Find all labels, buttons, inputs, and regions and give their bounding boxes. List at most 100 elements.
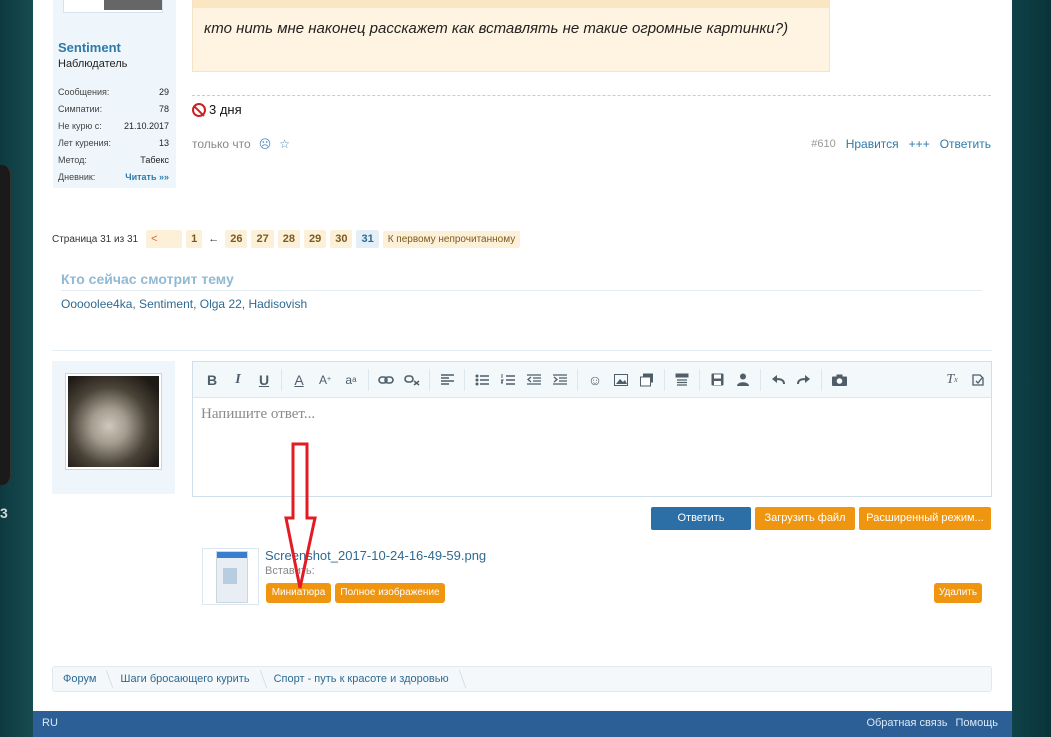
bullet-list-icon[interactable] [469, 367, 495, 393]
desktop-background-right [1012, 0, 1051, 737]
stat-value: 78 [158, 104, 169, 114]
footer-links: Обратная связь Помощь [866, 717, 998, 729]
post-actions: #610 Нравится +++ Ответить [811, 137, 991, 151]
toolbar-separator [368, 368, 369, 391]
toolbar-separator [281, 368, 282, 391]
outdent-icon[interactable] [521, 367, 547, 393]
redo-icon[interactable] [791, 367, 817, 393]
first-unread-button[interactable]: К первому непрочитанному [382, 230, 521, 248]
link-icon[interactable] [373, 367, 399, 393]
camera-icon[interactable] [826, 367, 852, 393]
stat-label: Сообщения: [58, 87, 110, 97]
smiley-icon[interactable]: ☺ [582, 367, 608, 393]
section-divider [52, 350, 992, 351]
save-icon[interactable] [704, 367, 730, 393]
like-link[interactable]: Нравится [846, 137, 899, 151]
page-label: Страница 31 из 31 [52, 233, 139, 245]
page-link[interactable]: 26 [225, 230, 248, 248]
stat-label: Метод: [58, 155, 87, 165]
indent-icon[interactable] [547, 367, 573, 393]
font-family-icon[interactable]: aa [338, 367, 364, 393]
reply-textarea[interactable]: Напишите ответ... [201, 406, 315, 423]
numbered-list-icon[interactable] [495, 367, 521, 393]
reply-link[interactable]: Ответить [940, 137, 991, 151]
stat-value: 13 [158, 138, 169, 148]
bold-icon[interactable]: B [199, 367, 225, 393]
page-link[interactable]: 27 [251, 230, 274, 248]
user-mention-icon[interactable] [730, 367, 756, 393]
user-avatar[interactable] [63, 0, 163, 13]
prev-page-button[interactable]: < [146, 230, 183, 248]
post-number[interactable]: #610 [811, 138, 835, 150]
background-digit: 3 [0, 505, 8, 521]
star-icon[interactable]: ☆ [279, 137, 290, 151]
submit-reply-button[interactable]: Ответить [651, 507, 751, 530]
screenshot-preview [216, 551, 248, 603]
signature-text: 3 дня [209, 102, 242, 117]
breadcrumb-item[interactable]: Спорт - путь к красоте и здоровью [264, 673, 463, 685]
insert-full-image-button[interactable]: Полное изображение [335, 583, 445, 603]
page-skip-arrow[interactable]: ← [208, 233, 219, 245]
media-icon[interactable] [634, 367, 660, 393]
post-quote: кто нить мне наконец расскажет как встав… [192, 0, 830, 72]
toolbar-separator [821, 368, 822, 391]
stat-row: Дневник: Читать »» [58, 169, 169, 186]
viewers-title: Кто сейчас смотрит тему [61, 271, 234, 287]
no-smoking-icon [192, 102, 206, 117]
italic-icon[interactable]: I [225, 367, 251, 393]
stat-value: 21.10.2017 [123, 121, 169, 131]
text-color-icon[interactable]: A [286, 367, 312, 393]
post-time[interactable]: только что [192, 137, 251, 151]
stat-value: 29 [158, 87, 169, 97]
reply-avatar[interactable] [65, 373, 162, 470]
page-link[interactable]: 29 [303, 230, 327, 248]
font-size-icon[interactable]: A + [312, 367, 338, 393]
language-selector[interactable]: RU [42, 717, 58, 729]
toggle-bbcode-icon[interactable] [965, 367, 991, 393]
feedback-link[interactable]: Обратная связь [866, 717, 947, 729]
page-link[interactable]: 1 [186, 230, 203, 248]
stat-label: Не курю с: [58, 121, 102, 131]
background-pen-image [0, 165, 12, 485]
plus-link[interactable]: +++ [909, 137, 930, 151]
signature: 3 дня [192, 102, 242, 117]
quote-header [193, 0, 829, 8]
undo-icon[interactable] [765, 367, 791, 393]
stat-row: Не курю с: 21.10.2017 [58, 118, 169, 135]
page-link[interactable]: 28 [277, 230, 300, 248]
stat-row: Лет курения: 13 [58, 135, 169, 152]
current-page: 31 [356, 230, 379, 248]
advanced-mode-button[interactable]: Расширенный режим... [859, 507, 991, 530]
unlink-icon[interactable] [399, 367, 425, 393]
breadcrumb-item[interactable]: Шаги бросающего курить [110, 673, 263, 685]
upload-file-button[interactable]: Загрузить файл [755, 507, 855, 530]
remove-format-icon[interactable]: Tx [939, 367, 965, 393]
diary-read-link[interactable]: Читать »» [125, 169, 169, 186]
page-link[interactable]: 30 [330, 230, 353, 248]
editor-toolbar: B I U A A + aa ☺ T x [193, 362, 991, 398]
help-link[interactable]: Помощь [956, 717, 999, 729]
page-footer: RU Обратная связь Помощь [33, 711, 1012, 737]
toolbar-separator [577, 368, 578, 391]
forum-page: Sentiment Наблюдатель Сообщения: 29 Симпа… [33, 0, 1012, 737]
stat-row: Сообщения: 29 [58, 84, 169, 101]
attachment-thumbnail[interactable] [202, 548, 259, 605]
delete-attachment-button[interactable]: Удалить [934, 583, 982, 603]
sad-face-icon[interactable]: ☹ [259, 137, 272, 151]
desktop-background-left: 3 [0, 0, 33, 737]
toolbar-separator [429, 368, 430, 391]
align-left-icon[interactable] [434, 367, 460, 393]
toolbar-separator [664, 368, 665, 391]
breadcrumb: Форум Шаги бросающего курить Спорт - пут… [52, 666, 992, 692]
quote-block-icon[interactable] [669, 367, 695, 393]
cat-photo [68, 376, 159, 467]
user-name[interactable]: Sentiment [58, 40, 121, 55]
stat-label: Лет курения: [58, 138, 112, 148]
viewers-list[interactable]: Ooooolеe4ka, Sentiment, Olga 22, Hadisov… [61, 297, 307, 311]
breadcrumb-item[interactable]: Форум [53, 673, 110, 685]
post-meta: только что ☹ ☆ [192, 137, 290, 151]
stat-label: Симпатии: [58, 104, 103, 114]
image-icon[interactable] [608, 367, 634, 393]
toolbar-separator [760, 368, 761, 391]
underline-icon[interactable]: U [251, 367, 277, 393]
